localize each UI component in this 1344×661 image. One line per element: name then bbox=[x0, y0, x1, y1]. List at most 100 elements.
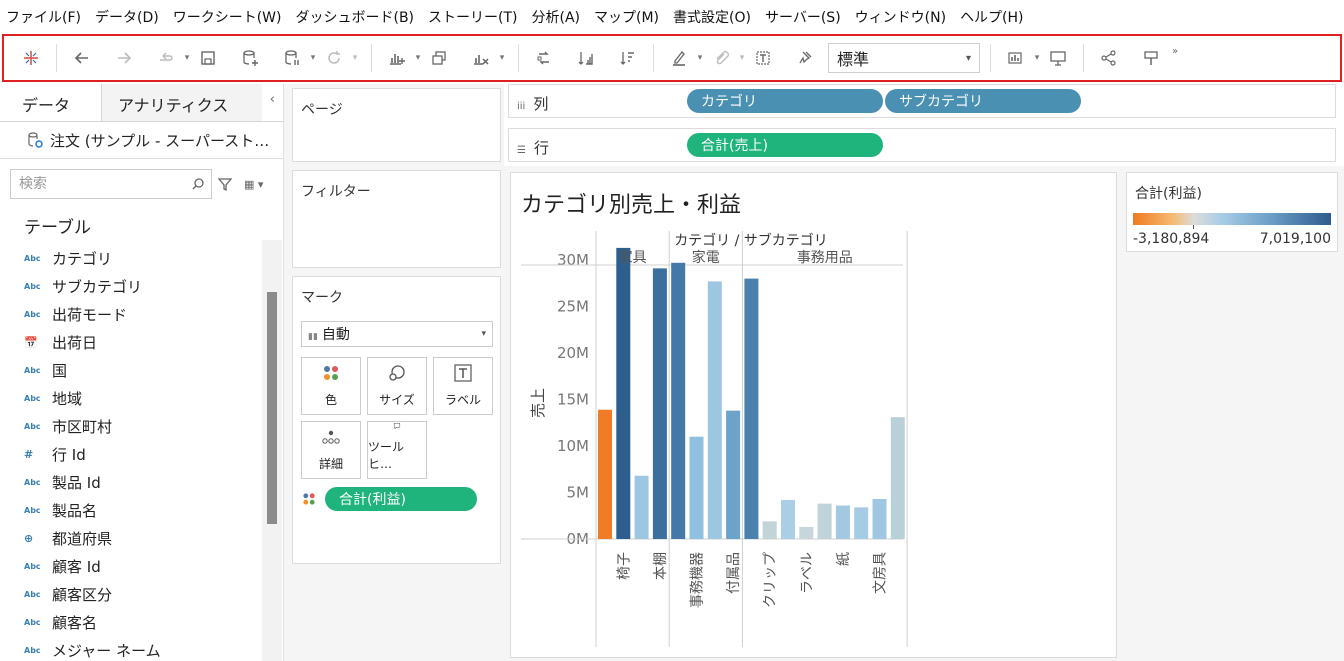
field-item[interactable]: Abc 製品名 bbox=[0, 496, 262, 524]
menu-item[interactable]: ヘルプ(H) bbox=[960, 7, 1023, 27]
pages-card[interactable]: ページ bbox=[292, 88, 501, 162]
sales-pill[interactable]: 合計(売上) bbox=[687, 133, 883, 157]
collapse-pane-icon[interactable]: ‹ bbox=[270, 92, 275, 107]
menu-item[interactable]: 分析(A) bbox=[532, 7, 581, 27]
legend-min: -3,180,894 bbox=[1133, 231, 1210, 247]
field-item[interactable]: Abc 顧客 Id bbox=[0, 552, 262, 580]
field-name: 顧客名 bbox=[52, 613, 98, 632]
menu-item[interactable]: ダッシュボード(B) bbox=[295, 7, 414, 27]
pause-updates-icon[interactable] bbox=[277, 43, 307, 73]
field-item[interactable]: Abc 国 bbox=[0, 356, 262, 384]
sort-ascending-icon[interactable] bbox=[571, 43, 601, 73]
fit-select[interactable]: 標準 ▾ bbox=[828, 43, 980, 73]
menu-item[interactable]: 書式設定(O) bbox=[673, 7, 751, 27]
duplicate-icon[interactable] bbox=[424, 43, 454, 73]
share-icon[interactable] bbox=[1094, 43, 1124, 73]
redo-icon[interactable] bbox=[109, 43, 139, 73]
label-icon bbox=[454, 364, 472, 382]
new-worksheet-dropdown-icon[interactable]: ▾ bbox=[412, 53, 424, 63]
pause-dropdown-icon[interactable]: ▾ bbox=[307, 53, 319, 63]
new-datasource-icon[interactable] bbox=[235, 43, 265, 73]
pin-icon[interactable] bbox=[790, 43, 820, 73]
bar bbox=[671, 262, 686, 539]
y-axis-title: 売上 bbox=[529, 388, 547, 418]
columns-shelf[interactable]: iii 列 カテゴリ サブカテゴリ bbox=[508, 84, 1336, 118]
save-icon[interactable] bbox=[193, 43, 223, 73]
subcategory-pill[interactable]: サブカテゴリ bbox=[885, 89, 1081, 113]
presentation-icon[interactable] bbox=[1043, 43, 1073, 73]
show-me-icon[interactable] bbox=[1001, 43, 1031, 73]
menu-item[interactable]: ウィンドウ(N) bbox=[855, 7, 946, 27]
size-button[interactable]: サイズ bbox=[367, 357, 427, 415]
view-options-icon[interactable]: ▦ ▾ bbox=[244, 178, 263, 191]
menu-item[interactable]: ストーリー(T) bbox=[428, 7, 517, 27]
refresh-dropdown-icon[interactable]: ▾ bbox=[349, 53, 361, 63]
detail-button[interactable]: 詳細 bbox=[301, 421, 361, 479]
bar-chart: カテゴリ / サブカテゴリ売上0M5M10M15M20M25M30M椅子 本棚家具… bbox=[521, 231, 908, 647]
field-item[interactable]: ⊕ 都道府県 bbox=[0, 524, 262, 552]
clear-sheet-icon[interactable] bbox=[466, 43, 496, 73]
menu-item[interactable]: ファイル(F) bbox=[6, 7, 81, 27]
highlight-dropdown-icon[interactable]: ▾ bbox=[694, 53, 706, 63]
menu-item[interactable]: サーバー(S) bbox=[765, 7, 841, 27]
search-icon[interactable] bbox=[191, 177, 205, 191]
field-item[interactable]: Abc 顧客区分 bbox=[0, 580, 262, 608]
menu-item[interactable]: データ(D) bbox=[95, 7, 159, 27]
color-icon bbox=[303, 493, 315, 505]
tooltip-button[interactable]: ツールヒ… bbox=[367, 421, 427, 479]
field-item[interactable]: Abc 地域 bbox=[0, 384, 262, 412]
filters-card[interactable]: フィルター bbox=[292, 170, 501, 268]
field-list-scrollbar[interactable] bbox=[262, 240, 282, 661]
show-me-dropdown-icon[interactable]: ▾ bbox=[1031, 53, 1043, 63]
category-pill[interactable]: カテゴリ bbox=[687, 89, 883, 113]
field-item[interactable]: Abc 出荷モード bbox=[0, 300, 262, 328]
tooltip-icon[interactable] bbox=[1136, 43, 1166, 73]
sort-descending-icon[interactable] bbox=[613, 43, 643, 73]
menu-item[interactable]: ワークシート(W) bbox=[173, 7, 282, 27]
field-name: 顧客 Id bbox=[52, 557, 101, 576]
group-dropdown-icon[interactable]: ▾ bbox=[736, 53, 748, 63]
field-type-icon: Abc bbox=[24, 477, 41, 487]
swap-icon[interactable] bbox=[529, 43, 559, 73]
field-item[interactable]: Abc 製品 Id bbox=[0, 468, 262, 496]
datasource-icon bbox=[28, 132, 43, 148]
y-tick-label: 20M bbox=[557, 344, 589, 362]
search-input[interactable] bbox=[19, 176, 179, 192]
field-item[interactable]: Abc 市区町村 bbox=[0, 412, 262, 440]
undo-icon[interactable] bbox=[67, 43, 97, 73]
field-name: 国 bbox=[52, 361, 68, 380]
datasource-item[interactable]: 注文 (サンプル - スーパースト… bbox=[0, 122, 283, 158]
scrollbar-thumb[interactable] bbox=[267, 292, 277, 524]
color-button[interactable]: 色 bbox=[301, 357, 361, 415]
rows-icon: ☰ bbox=[517, 145, 526, 156]
group-icon[interactable] bbox=[706, 43, 736, 73]
filter-icon[interactable] bbox=[216, 175, 234, 193]
bar bbox=[872, 499, 887, 539]
field-item[interactable]: 📅 出荷日 bbox=[0, 328, 262, 356]
labels-icon[interactable] bbox=[748, 43, 778, 73]
new-worksheet-icon[interactable] bbox=[382, 43, 412, 73]
color-legend[interactable]: 合計(利益) -3,180,894 7,019,100 bbox=[1126, 172, 1338, 252]
field-item[interactable]: Abc サブカテゴリ bbox=[0, 272, 262, 300]
replay-icon[interactable] bbox=[151, 43, 181, 73]
field-item[interactable]: Abc 顧客名 bbox=[0, 608, 262, 636]
replay-dropdown-icon[interactable]: ▾ bbox=[181, 53, 193, 63]
toolbar-more-icon[interactable]: » bbox=[1172, 46, 1178, 57]
tableau-logo-icon[interactable] bbox=[16, 43, 46, 73]
field-item[interactable]: # 行 Id bbox=[0, 440, 262, 468]
field-name: 出荷モード bbox=[52, 305, 128, 324]
tab-analytics[interactable]: アナリティクス bbox=[102, 84, 262, 121]
tab-data[interactable]: データ bbox=[0, 84, 102, 121]
rows-shelf[interactable]: ☰ 行 合計(売上) bbox=[508, 128, 1336, 162]
profit-color-pill[interactable]: 合計(利益) bbox=[325, 487, 477, 511]
columns-label-text: 列 bbox=[533, 95, 549, 113]
mark-type-select[interactable]: ▮▮ 自動 ▾ bbox=[301, 321, 493, 347]
field-item[interactable]: Abc メジャー ネーム bbox=[0, 636, 262, 661]
refresh-icon[interactable] bbox=[319, 43, 349, 73]
menu-item[interactable]: マップ(M) bbox=[594, 7, 659, 27]
field-item[interactable]: Abc カテゴリ bbox=[0, 244, 262, 272]
highlight-icon[interactable] bbox=[664, 43, 694, 73]
field-type-icon: Abc bbox=[24, 589, 41, 599]
label-button[interactable]: ラベル bbox=[433, 357, 493, 415]
clear-dropdown-icon[interactable]: ▾ bbox=[496, 53, 508, 63]
